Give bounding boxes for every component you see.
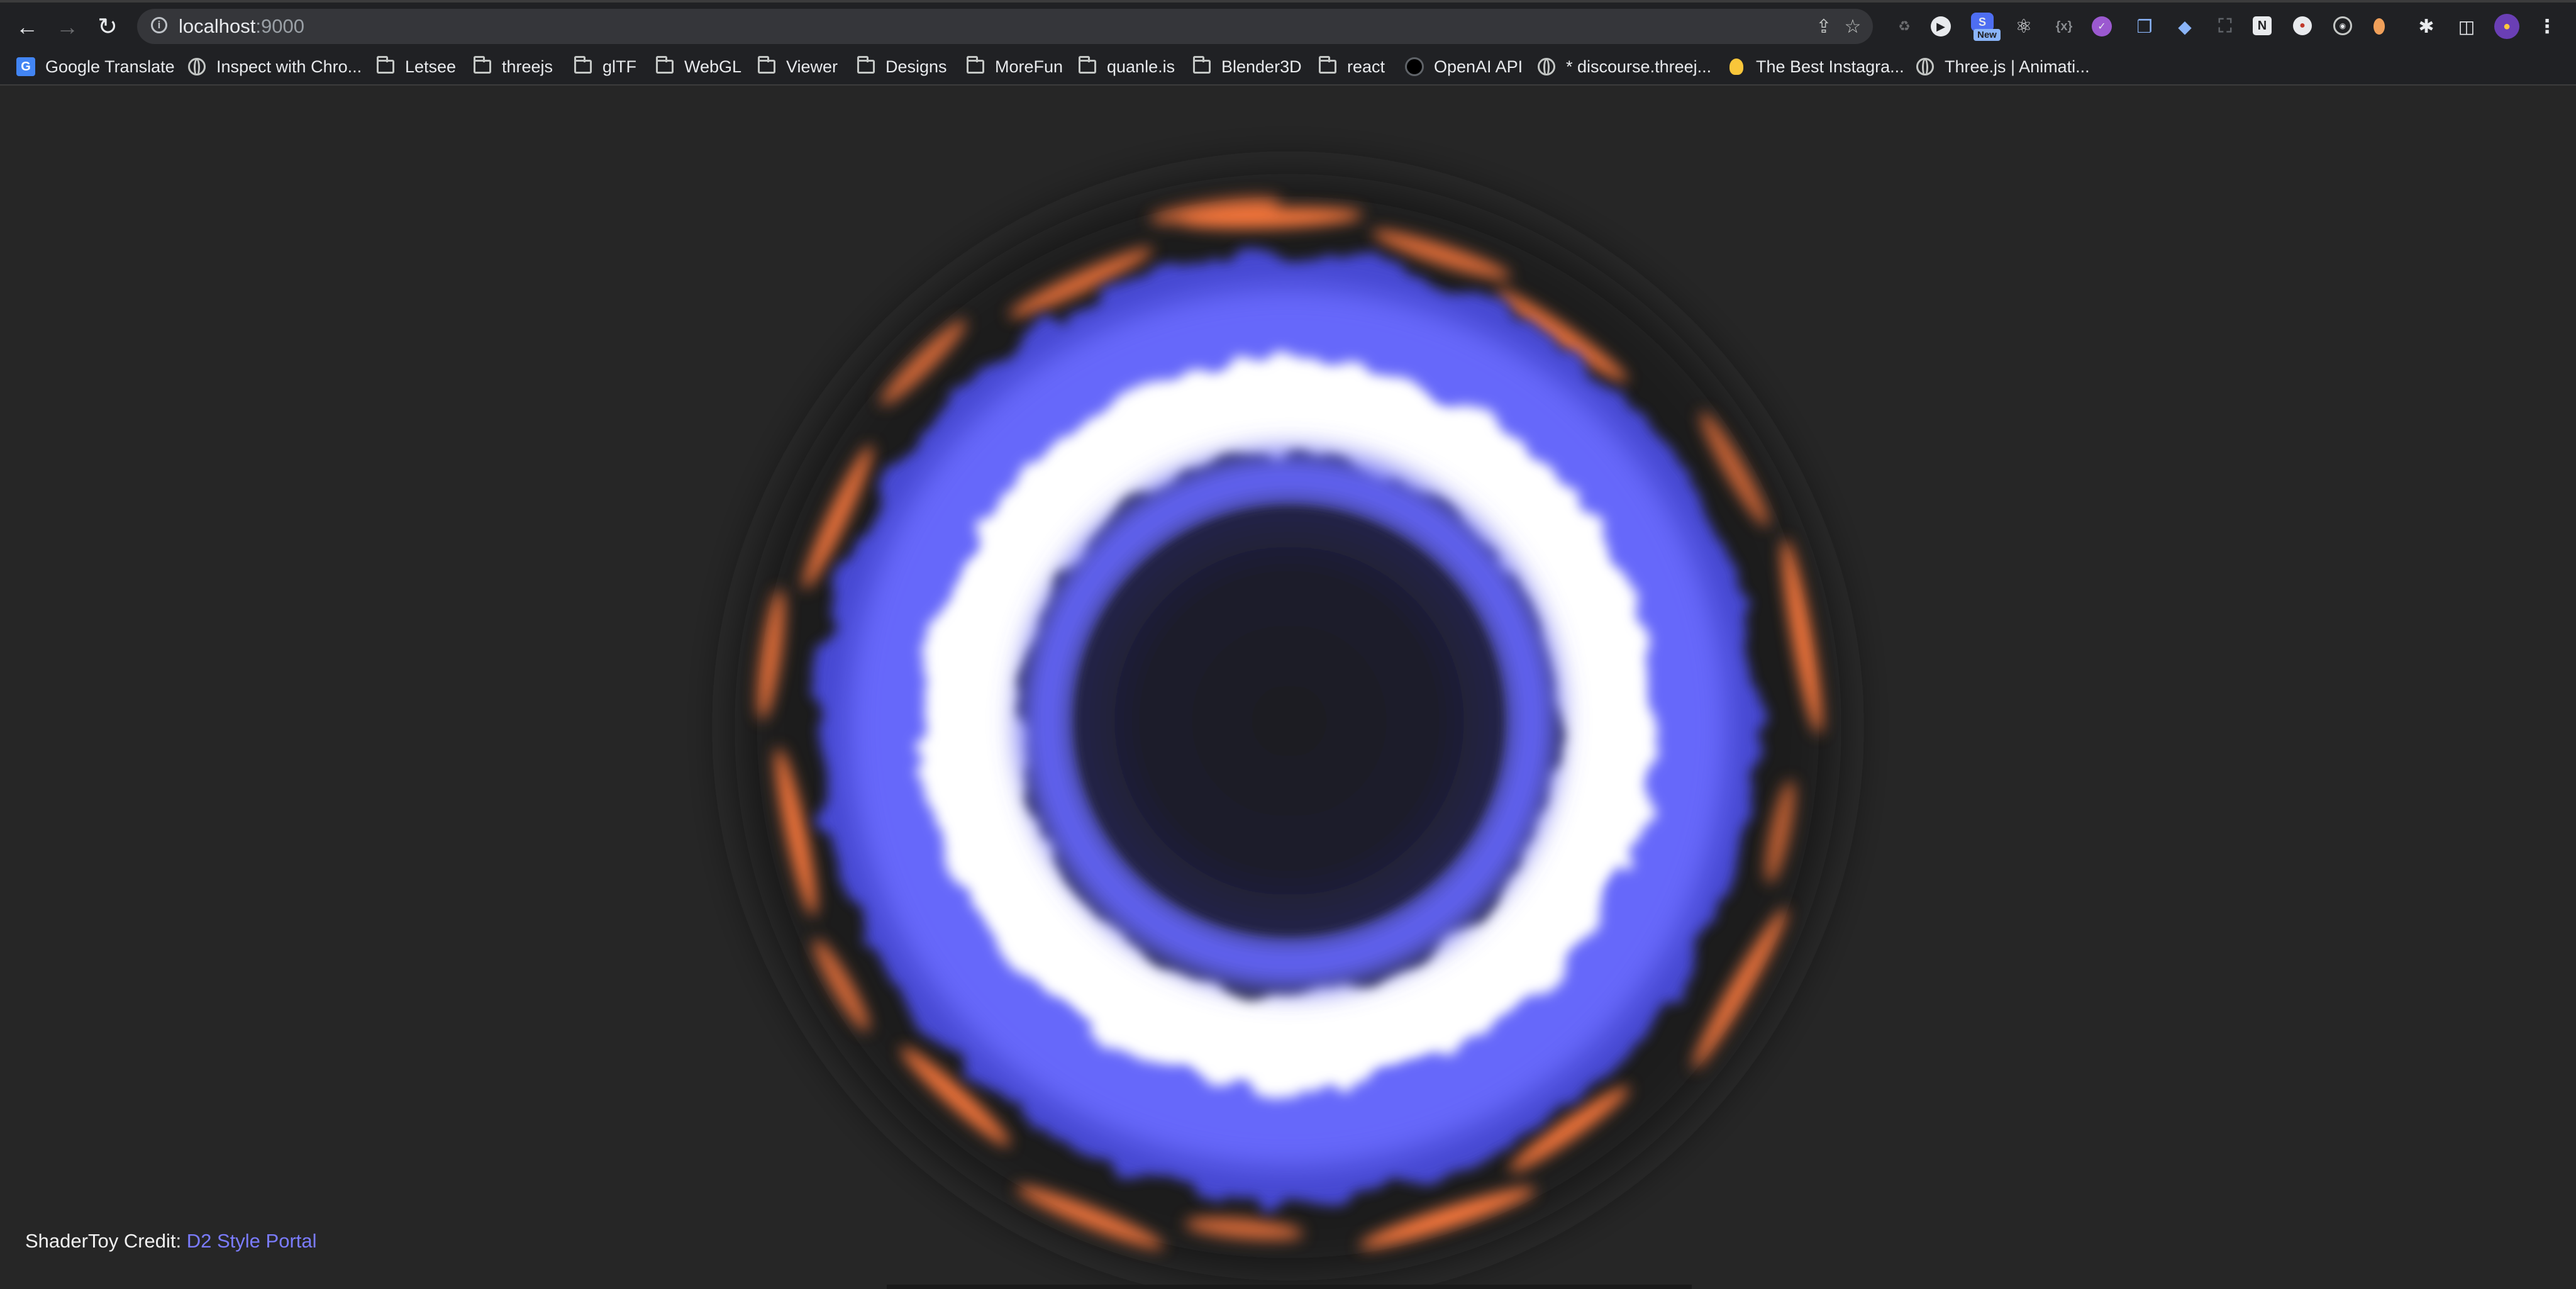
folder-icon <box>376 56 395 76</box>
side-panel-icon[interactable]: ◫ <box>2454 14 2479 39</box>
google-translate-icon: G <box>16 57 35 76</box>
bookmark-folder-threejs[interactable]: threejs <box>473 53 553 81</box>
bookmark-inspect-with-chrome[interactable]: Inspect with Chro... <box>187 53 362 81</box>
credit-prefix: ShaderToy Credit: <box>25 1230 182 1252</box>
bookmark-openai-api[interactable]: OpenAI API <box>1405 53 1523 81</box>
bookmark-folder-letsee[interactable]: Letsee <box>376 53 456 81</box>
bookmark-folder-quanle[interactable]: quanle.is <box>1078 53 1175 81</box>
bookmark-best-instagram[interactable]: The Best Instagra... <box>1727 53 1904 81</box>
globe-icon <box>1916 57 1935 76</box>
shader-credit: ShaderToy Credit: D2 Style Portal <box>25 1230 317 1253</box>
scroll-indicator <box>887 1285 1692 1289</box>
folder-icon <box>1318 56 1337 76</box>
bookmark-label: react <box>1347 57 1385 76</box>
folder-icon <box>655 56 674 76</box>
play-extension-icon[interactable]: ▶ <box>1931 16 1951 36</box>
folder-icon <box>473 56 492 76</box>
bookmark-label: quanle.is <box>1107 57 1175 76</box>
red-circle-extension-icon[interactable]: ● <box>2293 16 2312 35</box>
bookmark-label: threejs <box>502 57 553 76</box>
bookmark-label: Inspect with Chro... <box>216 57 362 76</box>
bookmark-threejs-animation[interactable]: Three.js | Animati... <box>1916 53 2090 81</box>
bookmark-folder-gltf[interactable]: glTF <box>574 53 636 81</box>
address-bar[interactable]: i localhost:9000 ⇪ ☆ <box>137 9 1873 44</box>
bookmarks-bar: G Google Translate Inspect with Chro... … <box>0 49 2576 86</box>
folder-icon <box>1078 56 1097 76</box>
bookmark-label: Letsee <box>405 57 457 76</box>
bookmark-label: The Best Instagra... <box>1756 57 1904 76</box>
bookmark-folder-blender3d[interactable]: Blender3D <box>1192 53 1302 81</box>
portal-effect <box>735 174 1841 1281</box>
back-arrow-icon[interactable]: ← <box>10 10 44 44</box>
bookmark-label: Google Translate <box>45 57 175 76</box>
openai-icon <box>1405 57 1424 76</box>
globe-icon <box>187 57 206 76</box>
bookmark-folder-morefun[interactable]: MoreFun <box>966 53 1063 81</box>
browser-toolbar: ← → ↻ i localhost:9000 ⇪ ☆ ♻ ▶ S New ⚛ {… <box>0 0 2576 49</box>
extensions-puzzle-icon[interactable]: ✱ <box>2414 14 2439 39</box>
bookmark-folder-viewer[interactable]: Viewer <box>757 53 838 81</box>
forward-arrow-icon[interactable]: → <box>50 10 84 44</box>
globe-icon <box>1537 57 1556 76</box>
url-text[interactable]: localhost:9000 <box>179 15 304 38</box>
folder-icon <box>966 56 985 76</box>
profile-avatar[interactable]: ● <box>2494 14 2519 39</box>
browser-window: ← → ↻ i localhost:9000 ⇪ ☆ ♻ ▶ S New ⚛ {… <box>0 0 2576 1289</box>
orange-extension-icon[interactable] <box>2373 18 2385 35</box>
url-host: localhost <box>179 15 256 37</box>
folder-icon <box>757 56 776 76</box>
recycle-extension-icon[interactable]: ♻ <box>1892 14 1917 39</box>
bookmark-discourse-threejs[interactable]: * discourse.threej... <box>1537 53 1711 81</box>
bookmark-label: glTF <box>602 57 636 76</box>
document-extension-icon[interactable]: ❐ <box>2132 14 2157 39</box>
bookmark-star-icon[interactable]: ☆ <box>1841 15 1864 38</box>
shader-canvas[interactable] <box>0 86 2576 1289</box>
new-badge: New <box>1974 29 2001 41</box>
bookmark-folder-designs[interactable]: Designs <box>857 53 947 81</box>
screenshot-extension-icon[interactable]: ⛶ <box>2212 14 2238 39</box>
site-info-icon[interactable]: i <box>151 17 167 33</box>
bookmark-label: Viewer <box>786 57 838 76</box>
react-devtools-icon[interactable]: ⚛ <box>2011 14 2036 39</box>
bookmark-label: Three.js | Animati... <box>1945 57 2090 76</box>
bookmark-folder-webgl[interactable]: WebGL <box>655 53 741 81</box>
bookmark-label: WebGL <box>684 57 742 76</box>
folder-icon <box>1192 56 1211 76</box>
bookmark-google-translate[interactable]: G Google Translate <box>16 53 175 81</box>
bookmark-label: OpenAI API <box>1434 57 1523 76</box>
bookmark-label: * discourse.threej... <box>1566 57 1712 76</box>
menu-kebab-icon[interactable]: ⋮ <box>2534 14 2560 39</box>
bookmark-folder-react[interactable]: react <box>1318 53 1385 81</box>
bookmark-label: Blender3D <box>1221 57 1302 76</box>
bookmark-label: MoreFun <box>995 57 1063 76</box>
reload-icon[interactable]: ↻ <box>91 10 125 44</box>
lightbulb-icon <box>1727 57 1746 76</box>
url-port: :9000 <box>255 15 304 37</box>
bookmark-label: Designs <box>886 57 947 76</box>
page-content: ShaderToy Credit: D2 Style Portal <box>0 86 2576 1289</box>
code-extension-icon[interactable]: {x} <box>2051 14 2077 39</box>
credit-link[interactable]: D2 Style Portal <box>187 1230 317 1252</box>
notion-extension-icon[interactable]: N <box>2253 16 2272 35</box>
folder-icon <box>857 56 875 76</box>
purple-extension-icon[interactable]: ✓ <box>2092 16 2112 36</box>
gem-extension-icon[interactable]: ◆ <box>2172 14 2197 39</box>
folder-icon <box>574 56 592 76</box>
share-icon[interactable]: ⇪ <box>1813 15 1835 38</box>
target-extension-icon[interactable]: ◉ <box>2333 16 2352 35</box>
